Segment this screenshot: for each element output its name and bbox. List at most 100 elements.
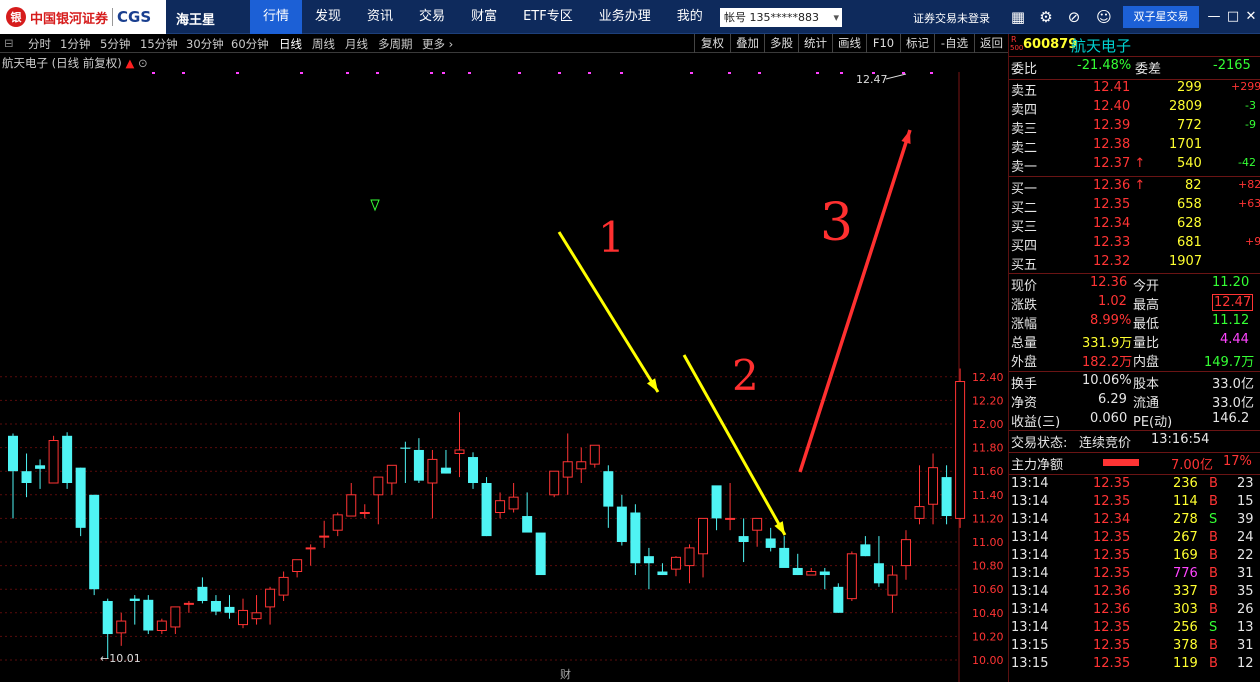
toolbar-button-2[interactable]: 多股 xyxy=(764,34,798,53)
bid-row: 买一 12.36 ↑ 82 +82 xyxy=(1009,178,1260,197)
chart-info: 航天电子 (日线 前复权) ▲ ⊙ xyxy=(2,55,148,71)
period-0[interactable]: 分时 xyxy=(28,36,51,52)
period-2[interactable]: 5分钟 xyxy=(100,36,130,52)
event-marker xyxy=(816,72,819,74)
period-9[interactable]: 多周期 xyxy=(378,36,413,52)
brand-logo: 银 中国银河证券 CGS xyxy=(0,0,166,34)
toolbar-button-6[interactable]: 标记 xyxy=(900,34,934,53)
maximize-icon[interactable]: □ xyxy=(1224,7,1242,27)
toolbar-button-1[interactable]: 叠加 xyxy=(730,34,764,53)
candle-body xyxy=(941,477,952,517)
period-1[interactable]: 1分钟 xyxy=(60,36,90,52)
close-icon[interactable]: ✕ xyxy=(1242,7,1260,27)
menu-item-6[interactable]: 业务办理 xyxy=(586,0,664,34)
bid-volume: 82 xyxy=(1185,178,1202,193)
toolbar-button-0[interactable]: 复权 xyxy=(694,34,730,53)
candle xyxy=(427,449,438,519)
candle-body xyxy=(549,470,560,496)
candle-body xyxy=(224,606,235,613)
candle-body xyxy=(413,449,424,481)
event-marker xyxy=(558,72,561,74)
candle xyxy=(454,412,465,478)
menu-item-4[interactable]: 财富 xyxy=(458,0,510,34)
period-7[interactable]: 周线 xyxy=(312,36,335,52)
period-5[interactable]: 60分钟 xyxy=(231,36,269,52)
stat-label: 总量 xyxy=(1011,336,1038,351)
candle xyxy=(846,551,857,601)
stat-value: 11.12 xyxy=(1212,313,1250,328)
toolbar-button-5[interactable]: F10 xyxy=(866,34,900,53)
toolbar-button-4[interactable]: 画线 xyxy=(832,34,866,53)
ask-change: +299 xyxy=(1231,80,1260,93)
period-8[interactable]: 月线 xyxy=(345,36,368,52)
tick-row: 13:15 12.35 378 B 31 xyxy=(1009,638,1260,657)
tick-volume: 169 xyxy=(1173,548,1198,563)
period-10[interactable]: 更多 › xyxy=(422,36,453,52)
candle-body xyxy=(738,536,749,542)
account-select[interactable]: 帐号 135*****883 ▾ xyxy=(720,8,842,27)
separator xyxy=(1009,371,1260,372)
collapse-icon[interactable]: ⊟ xyxy=(4,36,14,50)
event-marker xyxy=(902,72,905,74)
kline-chart[interactable]: 12.40 12.20 12.00 11.80 11.60 11.40 11.20 11.00… xyxy=(0,72,1008,682)
dropdown-icon[interactable]: ⊙ xyxy=(138,56,148,70)
tick-price: 12.35 xyxy=(1093,638,1131,653)
tick-count: 22 xyxy=(1237,548,1254,563)
dual-trade-button[interactable]: 双子星交易 xyxy=(1123,6,1199,28)
toolbar-button-3[interactable]: 统计 xyxy=(798,34,832,53)
stat-label: 最高 xyxy=(1133,298,1160,313)
menu-item-7[interactable]: 我的 xyxy=(664,0,716,34)
settings-icon[interactable]: ⚙ xyxy=(1036,7,1056,27)
candle xyxy=(738,518,749,563)
candle xyxy=(549,470,560,498)
toolbar-button-8[interactable]: 返回 xyxy=(974,34,1008,53)
stat-row: 收益(三) 0.060 PE(动) 146.2 xyxy=(1009,411,1260,430)
candle xyxy=(495,492,506,519)
period-4[interactable]: 30分钟 xyxy=(186,36,224,52)
stat-value: 146.2 xyxy=(1212,411,1250,426)
tick-row: 13:14 12.35 236 B 23 xyxy=(1009,476,1260,495)
tick-time: 13:15 xyxy=(1011,656,1049,671)
candle xyxy=(765,527,776,552)
tick-side: S xyxy=(1209,512,1218,527)
candle-body xyxy=(183,602,194,605)
ask-label: 卖一 xyxy=(1011,160,1038,175)
chat-icon[interactable]: ☺ xyxy=(1094,7,1114,27)
tick-time: 13:14 xyxy=(1011,530,1049,545)
candle xyxy=(238,598,249,629)
candle xyxy=(400,441,411,483)
period-6[interactable]: 日线 xyxy=(279,36,302,52)
menu-item-0[interactable]: 行情 xyxy=(250,0,303,34)
candle-body xyxy=(319,535,330,538)
stat-label: 最低 xyxy=(1133,317,1160,332)
tick-volume: 378 xyxy=(1173,638,1198,653)
minimize-icon[interactable]: — xyxy=(1205,7,1223,27)
annotation-label: 1 xyxy=(598,213,625,262)
menu-item-1[interactable]: 发现 xyxy=(302,0,354,34)
menu-item-3[interactable]: 交易 xyxy=(406,0,458,34)
event-marker xyxy=(930,72,933,74)
grid-icon[interactable]: ▦ xyxy=(1008,7,1028,27)
candle xyxy=(589,444,600,468)
candle-body xyxy=(806,571,817,576)
menu-item-5[interactable]: ETF专区 xyxy=(510,0,586,34)
stat-label: 净资 xyxy=(1011,396,1038,411)
app-name: 海王星 xyxy=(176,13,216,28)
separator xyxy=(1009,176,1260,177)
price-tick: 12.40 xyxy=(972,371,1004,384)
tick-volume: 236 xyxy=(1173,476,1198,491)
ask-row: 卖三 12.39 772 -9 xyxy=(1011,118,1256,137)
candle-body xyxy=(846,553,857,600)
tick-side: B xyxy=(1209,638,1218,653)
stat-label: 今开 xyxy=(1133,279,1160,294)
ask-row: 卖四 12.40 2809 -3 xyxy=(1011,99,1256,118)
toolbar-button-7[interactable]: -自选 xyxy=(934,34,974,53)
login-status[interactable]: 证券交易未登录 xyxy=(913,10,990,26)
link-icon[interactable]: ⊘ xyxy=(1064,7,1084,27)
tick-time: 13:14 xyxy=(1011,548,1049,563)
stat-value: 11.20 xyxy=(1212,275,1250,290)
bid-price: 12.33 xyxy=(1093,235,1131,250)
menu-item-2[interactable]: 资讯 xyxy=(354,0,406,34)
tick-count: 35 xyxy=(1237,584,1254,599)
period-3[interactable]: 15分钟 xyxy=(140,36,178,52)
